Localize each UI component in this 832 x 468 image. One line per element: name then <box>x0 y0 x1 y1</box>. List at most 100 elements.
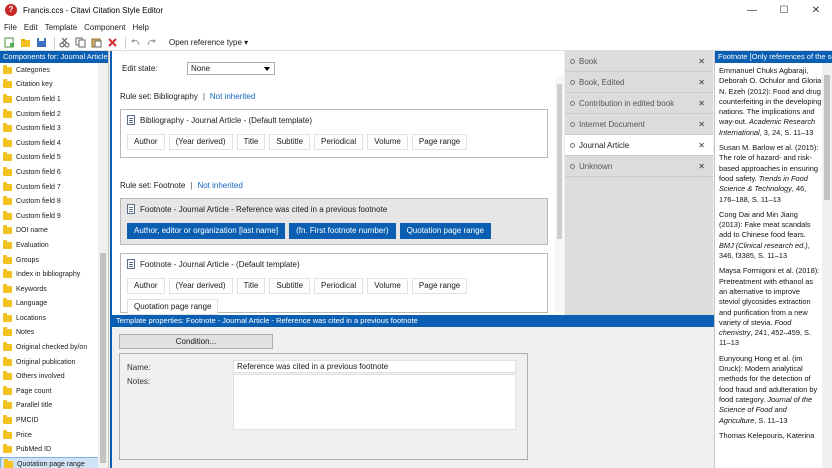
name-field[interactable]: Reference was cited in a previous footno… <box>233 360 516 373</box>
undo-icon[interactable] <box>129 36 142 49</box>
open-folder-icon[interactable] <box>19 36 32 49</box>
cut-icon[interactable] <box>58 36 71 49</box>
component-chip-volume[interactable]: Volume <box>367 278 408 294</box>
component-chip-subtitle[interactable]: Subtitle <box>269 278 311 294</box>
component-item-pubmed-id[interactable]: PubMed ID <box>0 442 99 457</box>
bibliography-not-inherited-link[interactable]: Not inherited <box>210 92 255 101</box>
reference-entry: Susan M. Barlow et al. (2015): The role … <box>719 143 822 205</box>
component-chip-author[interactable]: Author <box>127 134 165 150</box>
tab-contribution-in-edited-book[interactable]: Contribution in edited book ✕ <box>565 93 713 114</box>
component-item-original-checked-by-on[interactable]: Original checked by/on <box>0 340 99 355</box>
copy-icon[interactable] <box>74 36 87 49</box>
new-icon[interactable] <box>3 36 16 49</box>
component-chip-periodical[interactable]: Periodical <box>314 134 364 150</box>
component-item-custom-field-9[interactable]: Custom field 9 <box>0 209 99 224</box>
component-chip-author-editor-or-organization-last-name[interactable]: Author, editor or organization [last nam… <box>127 223 286 239</box>
component-item-locations[interactable]: Locations <box>0 311 99 326</box>
component-item-label: Original checked by/on <box>16 344 88 352</box>
component-item-categories[interactable]: Categories <box>0 63 99 78</box>
component-item-quotation-page-range[interactable]: Quotation page range <box>0 457 99 468</box>
component-item-page-count[interactable]: Page count <box>0 384 99 399</box>
component-item-notes[interactable]: Notes <box>0 326 99 341</box>
component-item-custom-field-8[interactable]: Custom field 8 <box>0 194 99 209</box>
component-chip-subtitle[interactable]: Subtitle <box>269 134 311 150</box>
menu-template[interactable]: Template <box>45 23 77 32</box>
maximize-button[interactable]: ☐ <box>768 0 800 20</box>
properties-fields: Name: Reference was cited in a previous … <box>119 353 528 460</box>
delete-icon[interactable] <box>106 36 119 49</box>
component-chip-page-range[interactable]: Page range <box>411 134 468 150</box>
scrollbar-thumb[interactable] <box>100 253 106 463</box>
component-item-custom-field-3[interactable]: Custom field 3 <box>0 121 99 136</box>
component-item-index-in-bibliography[interactable]: Index in bibliography <box>0 267 99 282</box>
menu-file[interactable]: File <box>4 23 17 32</box>
tab-unknown[interactable]: Unknown ✕ <box>565 156 713 177</box>
scrollbar-thumb[interactable] <box>824 75 830 200</box>
component-item-custom-field-1[interactable]: Custom field 1 <box>0 92 99 107</box>
component-chip-title[interactable]: Title <box>236 278 266 294</box>
close-icon[interactable]: ✕ <box>698 78 705 87</box>
open-reference-type-dropdown[interactable]: Open reference type ▾ <box>169 38 248 47</box>
close-icon[interactable]: ✕ <box>698 57 705 66</box>
folder-icon <box>3 166 12 176</box>
component-item-original-publication[interactable]: Original publication <box>0 355 99 370</box>
close-icon[interactable]: ✕ <box>698 120 705 129</box>
tab-journal-article[interactable]: Journal Article ✕ <box>565 135 713 156</box>
template-properties-panel: Condition... Name: Reference was cited i… <box>110 327 714 468</box>
tab-internet-document[interactable]: Internet Document ✕ <box>565 114 713 135</box>
component-item-parallel-title[interactable]: Parallel title <box>0 399 99 414</box>
component-item-language[interactable]: Language <box>0 297 99 312</box>
close-icon[interactable]: ✕ <box>698 99 705 108</box>
component-chip-volume[interactable]: Volume <box>367 134 408 150</box>
component-chip-year-derived[interactable]: (Year derived) <box>168 278 233 294</box>
tab-book[interactable]: Book ✕ <box>565 51 713 72</box>
component-item-doi-name[interactable]: DOI name <box>0 224 99 239</box>
menu-edit[interactable]: Edit <box>24 23 38 32</box>
component-item-custom-field-7[interactable]: Custom field 7 <box>0 180 99 195</box>
component-chip-author[interactable]: Author <box>127 278 165 294</box>
menu-help[interactable]: Help <box>133 23 149 32</box>
component-chip-quotation-page-range[interactable]: Quotation page range <box>399 223 491 239</box>
preview-scrollbar[interactable] <box>822 63 832 468</box>
tab-label: Journal Article <box>579 140 630 150</box>
scrollbar-thumb[interactable] <box>557 84 562 239</box>
component-item-others-involved[interactable]: Others involved <box>0 369 99 384</box>
component-item-label: Custom field 6 <box>16 168 61 176</box>
component-item-custom-field-2[interactable]: Custom field 2 <box>0 107 99 122</box>
paste-icon[interactable] <box>90 36 103 49</box>
component-item-custom-field-4[interactable]: Custom field 4 <box>0 136 99 151</box>
component-chip-title[interactable]: Title <box>236 134 266 150</box>
component-chip-periodical[interactable]: Periodical <box>314 278 364 294</box>
folder-icon <box>3 269 12 279</box>
editor-scrollbar[interactable] <box>555 76 564 312</box>
save-icon[interactable] <box>35 36 48 49</box>
close-icon[interactable]: ✕ <box>698 162 705 171</box>
component-item-custom-field-5[interactable]: Custom field 5 <box>0 151 99 166</box>
footnote-cited-template[interactable]: Footnote - Journal Article - Reference w… <box>120 198 548 245</box>
edit-state-label: Edit state: <box>122 64 158 73</box>
component-item-evaluation[interactable]: Evaluation <box>0 238 99 253</box>
redo-icon[interactable] <box>145 36 158 49</box>
close-window-button[interactable]: ✕ <box>800 0 832 20</box>
notes-field[interactable] <box>233 374 516 430</box>
component-chip-quotation-page-range[interactable]: Quotation page range <box>127 299 219 315</box>
bibliography-template[interactable]: Bibliography - Journal Article - (Defaul… <box>120 109 548 158</box>
component-chip-page-range[interactable]: Page range <box>411 278 468 294</box>
tab-book-edited[interactable]: Book, Edited ✕ <box>565 72 713 93</box>
component-chip-fn-first-footnote-number[interactable]: (fn. First footnote number) <box>289 223 396 239</box>
component-item-citation-key[interactable]: Citation key <box>0 78 99 93</box>
component-item-groups[interactable]: Groups <box>0 253 99 268</box>
component-item-pmcid[interactable]: PMCID <box>0 413 99 428</box>
components-scrollbar[interactable] <box>98 63 108 468</box>
condition-button[interactable]: Condition... <box>119 334 273 349</box>
component-item-keywords[interactable]: Keywords <box>0 282 99 297</box>
close-icon[interactable]: ✕ <box>698 141 705 150</box>
edit-state-select[interactable]: None <box>187 62 275 75</box>
footnote-not-inherited-link[interactable]: Not inherited <box>197 181 242 190</box>
component-item-custom-field-6[interactable]: Custom field 6 <box>0 165 99 180</box>
menu-component[interactable]: Component <box>84 23 125 32</box>
minimize-button[interactable]: — <box>736 0 768 20</box>
footnote-default-template[interactable]: Footnote - Journal Article - (Default te… <box>120 253 548 315</box>
component-chip-year-derived[interactable]: (Year derived) <box>168 134 233 150</box>
component-item-price[interactable]: Price <box>0 428 99 443</box>
